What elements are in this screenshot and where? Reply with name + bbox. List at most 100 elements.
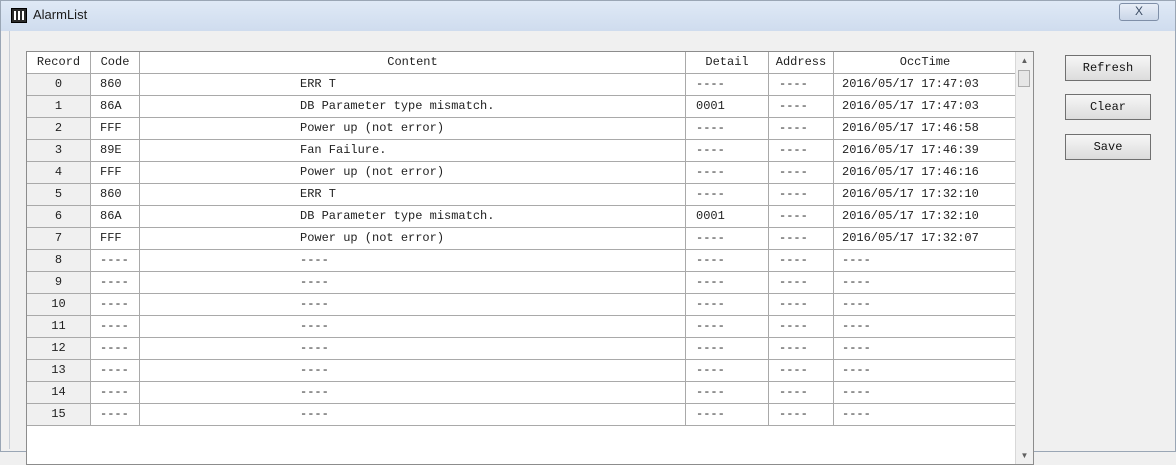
table-row[interactable]: 4 FFF Power up (not error) ---- ---- 2016/05/… <box>27 162 1017 184</box>
content-cell: DB Parameter type mismatch. <box>140 206 686 228</box>
detail-cell: ---- <box>686 316 769 338</box>
code-cell: ---- <box>91 272 140 294</box>
detail-cell: ---- <box>686 184 769 206</box>
address-cell: ---- <box>769 250 834 272</box>
alarm-list-window: AlarmList X Record Code Content Detail A… <box>0 0 1176 465</box>
code-cell: ---- <box>91 338 140 360</box>
record-cell: 9 <box>27 272 91 294</box>
detail-cell: ---- <box>686 228 769 250</box>
content-cell: ---- <box>140 360 686 382</box>
record-cell: 8 <box>27 250 91 272</box>
content-cell: ---- <box>140 338 686 360</box>
content-cell: ---- <box>140 272 686 294</box>
scroll-up-arrow-icon[interactable]: ▲ <box>1016 52 1033 69</box>
record-cell: 14 <box>27 382 91 404</box>
content-cell: ---- <box>140 294 686 316</box>
table-row[interactable]: 2 FFF Power up (not error) ---- ---- 2016/05/… <box>27 118 1017 140</box>
address-cell: ---- <box>769 74 834 96</box>
detail-cell: ---- <box>686 404 769 426</box>
occtime-cell: 2016/05/17 17:32:10 <box>834 184 1017 206</box>
column-header-record[interactable]: Record <box>27 52 91 74</box>
occtime-cell: 2016/05/17 17:46:16 <box>834 162 1017 184</box>
record-cell: 12 <box>27 338 91 360</box>
address-cell: ---- <box>769 140 834 162</box>
record-cell: 4 <box>27 162 91 184</box>
table-row[interactable]: 14 ---- ---- ---- ---- ---- <box>27 382 1017 404</box>
address-cell: ---- <box>769 206 834 228</box>
record-cell: 7 <box>27 228 91 250</box>
occtime-cell: ---- <box>834 404 1017 426</box>
close-icon: X <box>1134 4 1143 18</box>
occtime-cell: 2016/05/17 17:47:03 <box>834 74 1017 96</box>
content-cell: Fan Failure. <box>140 140 686 162</box>
window-title: AlarmList <box>33 7 88 22</box>
table-row[interactable]: 9 ---- ---- ---- ---- ---- <box>27 272 1017 294</box>
close-button[interactable]: X <box>1119 3 1159 21</box>
column-header-content[interactable]: Content <box>140 52 686 74</box>
record-cell: 15 <box>27 404 91 426</box>
occtime-cell: ---- <box>834 316 1017 338</box>
table-row[interactable]: 12 ---- ---- ---- ---- ---- <box>27 338 1017 360</box>
scroll-down-arrow-icon[interactable]: ▼ <box>1016 447 1033 464</box>
column-header-occtime[interactable]: OccTime <box>834 52 1017 74</box>
title-bar: AlarmList X <box>1 1 1175 31</box>
content-cell: ERR T <box>140 184 686 206</box>
save-button[interactable]: Save <box>1065 134 1151 160</box>
table-row[interactable]: 5 860 ERR T ---- ---- 2016/05/17 17:32:10 <box>27 184 1017 206</box>
detail-cell: ---- <box>686 74 769 96</box>
address-cell: ---- <box>769 162 834 184</box>
table-row[interactable]: 6 86A DB Parameter type mismatch. 0001 ---- 2… <box>27 206 1017 228</box>
address-cell: ---- <box>769 382 834 404</box>
detail-cell: ---- <box>686 250 769 272</box>
clear-button[interactable]: Clear <box>1065 94 1151 120</box>
occtime-cell: ---- <box>834 338 1017 360</box>
table-row[interactable]: 11 ---- ---- ---- ---- ---- <box>27 316 1017 338</box>
column-header-detail[interactable]: Detail <box>686 52 769 74</box>
code-cell: ---- <box>91 360 140 382</box>
detail-cell: ---- <box>686 338 769 360</box>
content-cell: ERR T <box>140 74 686 96</box>
code-cell: ---- <box>91 316 140 338</box>
table-row[interactable]: 1 86A DB Parameter type mismatch. 0001 ---- 2… <box>27 96 1017 118</box>
table-row[interactable]: 0 860 ERR T ---- ---- 2016/05/17 17:47:03 <box>27 74 1017 96</box>
table-row[interactable]: 7 FFF Power up (not error) ---- ---- 2016/05/… <box>27 228 1017 250</box>
code-cell: FFF <box>91 228 140 250</box>
code-cell: 86A <box>91 206 140 228</box>
scroll-thumb[interactable] <box>1018 70 1030 87</box>
column-header-address[interactable]: Address <box>769 52 834 74</box>
refresh-button[interactable]: Refresh <box>1065 55 1151 81</box>
column-header-code[interactable]: Code <box>91 52 140 74</box>
code-cell: ---- <box>91 404 140 426</box>
table-row[interactable]: 13 ---- ---- ---- ---- ---- <box>27 360 1017 382</box>
record-cell: 10 <box>27 294 91 316</box>
code-cell: ---- <box>91 294 140 316</box>
record-cell: 11 <box>27 316 91 338</box>
occtime-cell: 2016/05/17 17:46:58 <box>834 118 1017 140</box>
record-cell: 5 <box>27 184 91 206</box>
table-row[interactable]: 3 89E Fan Failure. ---- ---- 2016/05/17 17:46… <box>27 140 1017 162</box>
occtime-cell: 2016/05/17 17:32:10 <box>834 206 1017 228</box>
detail-cell: ---- <box>686 294 769 316</box>
address-cell: ---- <box>769 316 834 338</box>
code-cell: FFF <box>91 162 140 184</box>
record-cell: 2 <box>27 118 91 140</box>
record-cell: 13 <box>27 360 91 382</box>
code-cell: 89E <box>91 140 140 162</box>
occtime-cell: 2016/05/17 17:32:07 <box>834 228 1017 250</box>
code-cell: FFF <box>91 118 140 140</box>
address-cell: ---- <box>769 360 834 382</box>
table-row[interactable]: 15 ---- ---- ---- ---- ---- <box>27 404 1017 426</box>
content-cell: ---- <box>140 404 686 426</box>
address-cell: ---- <box>769 184 834 206</box>
content-cell: Power up (not error) <box>140 228 686 250</box>
address-cell: ---- <box>769 96 834 118</box>
vertical-scrollbar[interactable]: ▲ ▼ <box>1015 52 1033 464</box>
detail-cell: 0001 <box>686 96 769 118</box>
alarm-table: Record Code Content Detail Address OccTi… <box>26 51 1034 465</box>
table-row[interactable]: 8 ---- ---- ---- ---- ---- <box>27 250 1017 272</box>
occtime-cell: ---- <box>834 360 1017 382</box>
address-cell: ---- <box>769 404 834 426</box>
occtime-cell: ---- <box>834 382 1017 404</box>
table-row[interactable]: 10 ---- ---- ---- ---- ---- <box>27 294 1017 316</box>
detail-cell: ---- <box>686 118 769 140</box>
